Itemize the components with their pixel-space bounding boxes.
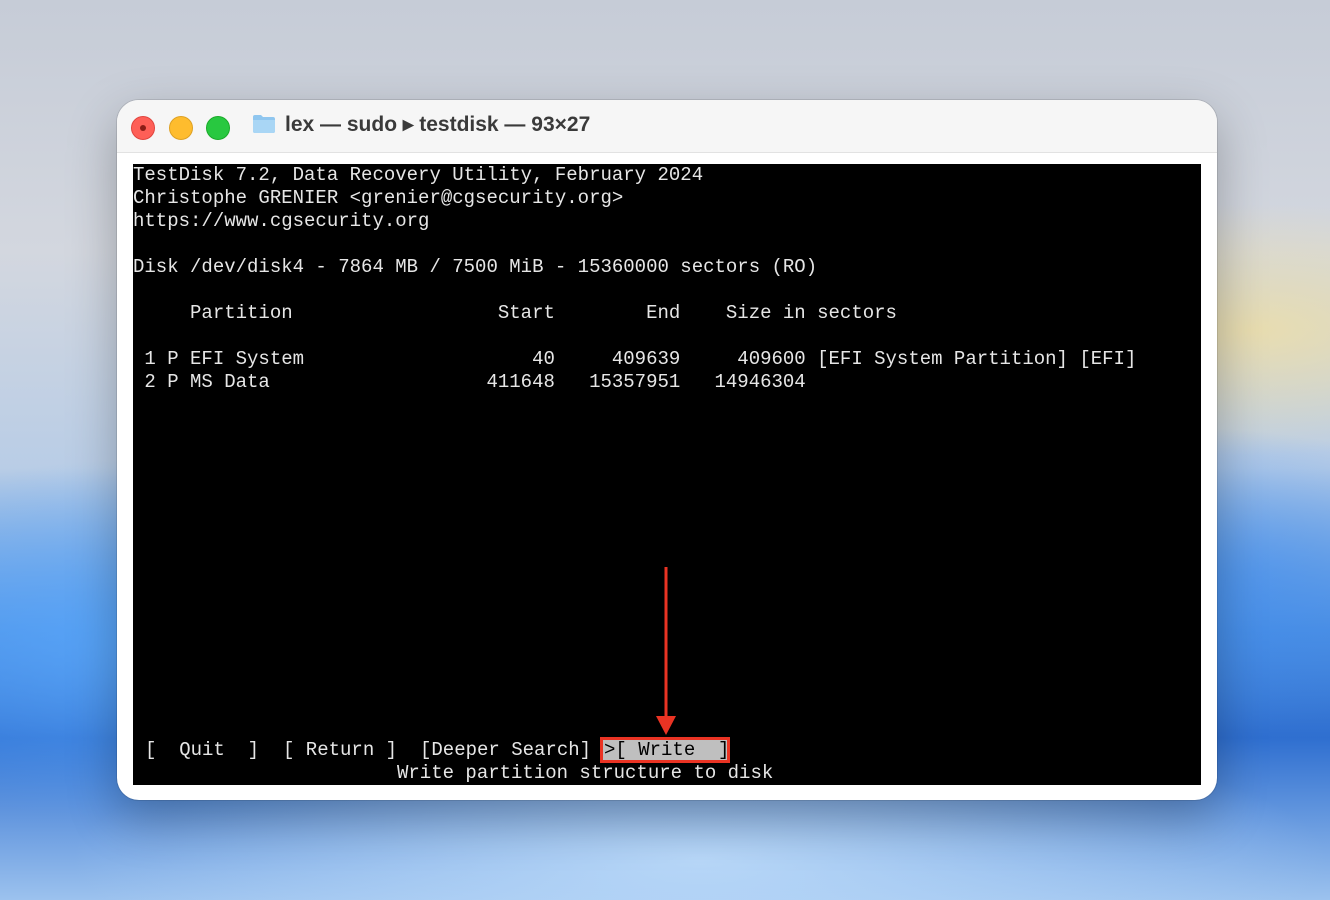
zoom-button[interactable] [206, 116, 230, 140]
deeper-search-menu-item[interactable]: [Deeper Search] [420, 739, 591, 762]
menu-hint: Write partition structure to disk [397, 762, 774, 784]
title-bar[interactable]: lex — sudo ▸ testdisk — 93×27 [117, 100, 1217, 153]
website-line: https://www.cgsecurity.org [133, 210, 430, 232]
testdisk-version-line: TestDisk 7.2, Data Recovery Utility, Feb… [133, 164, 704, 186]
window-title: lex — sudo ▸ testdisk — 93×27 [285, 113, 591, 136]
partition-table-header: Partition Start End Size in sectors [133, 302, 897, 324]
terminal-window: lex — sudo ▸ testdisk — 93×27 TestDisk 7… [117, 100, 1217, 800]
partition-row[interactable]: 2 P MS Data 411648 15357951 14946304 [133, 371, 805, 394]
partition-row[interactable]: 1 P EFI System 40 409639 409600 [EFI Sys… [133, 348, 1136, 371]
write-menu-item[interactable]: >[ Write ] [604, 739, 729, 762]
folder-icon [253, 115, 275, 133]
terminal-screen[interactable]: TestDisk 7.2, Data Recovery Utility, Feb… [133, 164, 1201, 785]
disk-info-line: Disk /dev/disk4 - 7864 MB / 7500 MiB - 1… [133, 256, 818, 278]
author-line: Christophe GRENIER <grenier@cgsecurity.o… [133, 187, 624, 209]
close-button[interactable] [131, 116, 155, 140]
quit-menu-item[interactable]: [ Quit ] [145, 739, 259, 762]
return-menu-item[interactable]: [ Return ] [283, 739, 397, 762]
minimize-button[interactable] [169, 116, 193, 140]
